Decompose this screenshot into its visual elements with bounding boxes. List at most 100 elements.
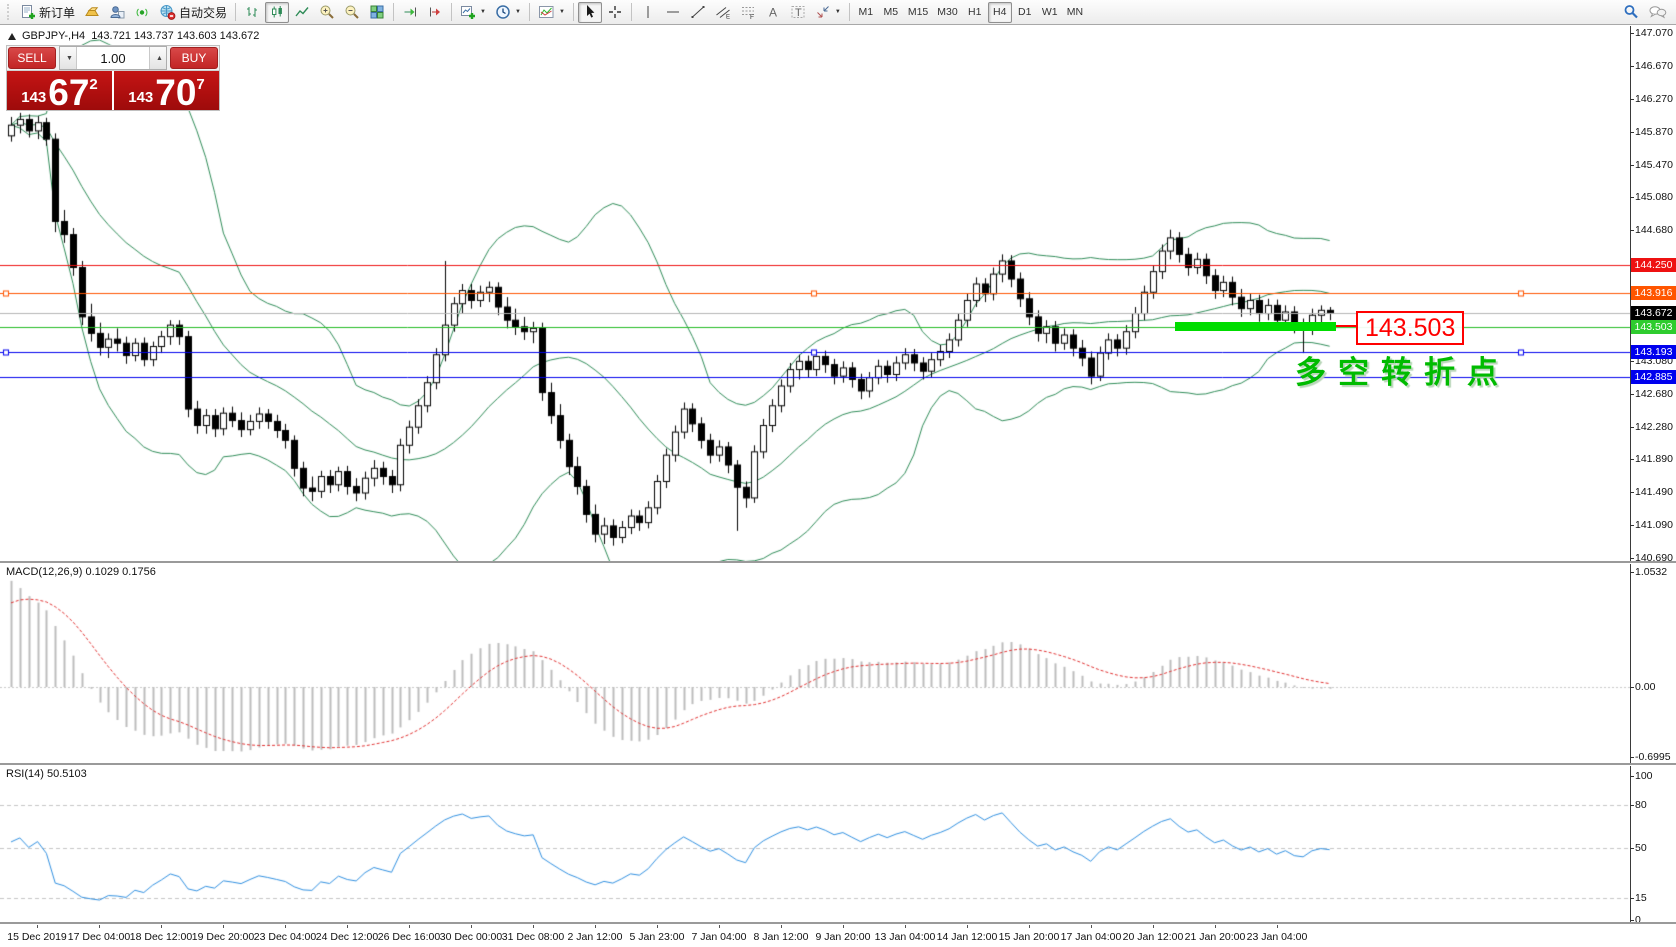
buy-button[interactable]: BUY <box>170 47 218 69</box>
crosshair-icon <box>607 4 623 20</box>
indicators-button[interactable]: ▼ <box>534 2 569 23</box>
fibonacci-icon: F <box>740 4 756 20</box>
volume-decrease-button[interactable]: ▼ <box>60 47 77 69</box>
toolbar-separator <box>451 3 452 21</box>
vertical-line-button[interactable] <box>636 2 660 23</box>
price-tick-label: 141.890 <box>1635 453 1673 465</box>
new-order-button[interactable]: 新订单 <box>16 2 79 23</box>
arrows-button[interactable]: ▼ <box>811 2 845 23</box>
macd-tick-label: 0.00 <box>1635 681 1655 693</box>
chat-button[interactable] <box>1644 2 1672 23</box>
price-tick-mark <box>1630 197 1634 198</box>
indicators-icon <box>538 4 555 20</box>
sell-pips: 67 <box>48 78 89 108</box>
sell-button[interactable]: SELL <box>8 47 56 69</box>
price-tick-label: 142.680 <box>1635 388 1673 400</box>
new-order-label: 新订单 <box>39 4 75 21</box>
price-tick-label: 145.870 <box>1635 126 1673 138</box>
timeframe-m5-button[interactable]: M5 <box>879 2 903 23</box>
toolbar-grip <box>7 4 12 20</box>
sell-price-panel[interactable]: 143 67 2 <box>7 71 112 110</box>
chat-icon <box>1648 4 1668 20</box>
macd-pane-canvas[interactable] <box>0 563 1630 763</box>
price-tick-mark <box>1630 230 1634 231</box>
new-order-icon <box>20 4 36 20</box>
svg-text:A: A <box>769 6 777 20</box>
toolbar-separator <box>393 3 394 21</box>
timeframe-m1-button[interactable]: M1 <box>854 2 878 23</box>
auto-scroll-button[interactable] <box>398 2 422 23</box>
text-label-icon: T <box>790 4 806 20</box>
timeframe-m15-button[interactable]: M15 <box>904 2 932 23</box>
rsi-tick-mark <box>1630 898 1634 899</box>
fibonacci-button[interactable]: F <box>736 2 760 23</box>
zoom-out-button[interactable] <box>340 2 364 23</box>
text-label-button[interactable]: T <box>786 2 810 23</box>
rsi-pane-canvas[interactable] <box>0 765 1630 923</box>
timeframe-mn-button[interactable]: MN <box>1063 2 1087 23</box>
toolbar-separator <box>849 3 850 21</box>
buy-price-panel[interactable]: 143 70 7 <box>114 71 219 110</box>
price-tick-mark <box>1630 132 1634 133</box>
new-chart-button[interactable]: ▼ <box>456 2 490 23</box>
chevron-down-icon: ▼ <box>480 9 486 15</box>
callout-connector-line <box>1336 325 1356 327</box>
timeframe-d1-button[interactable]: D1 <box>1013 2 1037 23</box>
price-tick-mark <box>1630 427 1634 428</box>
volume-input[interactable] <box>77 50 149 67</box>
svg-text:F: F <box>750 14 754 20</box>
price-chart-canvas[interactable] <box>0 26 1630 563</box>
macd-tick-mark <box>1630 687 1634 688</box>
text-button[interactable]: A <box>761 2 785 23</box>
price-tick-label: 141.490 <box>1635 486 1673 498</box>
signals-button[interactable] <box>130 2 154 23</box>
auto-trading-button[interactable]: 自动交易 <box>155 2 231 23</box>
zoom-in-button[interactable] <box>315 2 339 23</box>
bar-chart-icon <box>244 4 260 20</box>
price-tick-mark <box>1630 361 1634 362</box>
timeframe-w1-button[interactable]: W1 <box>1038 2 1062 23</box>
price-tick-label: 146.670 <box>1635 60 1673 72</box>
timeframe-m30-button[interactable]: M30 <box>933 2 961 23</box>
bar-chart-button[interactable] <box>240 2 264 23</box>
price-tick-mark <box>1630 165 1634 166</box>
rsi-tick-label: 50 <box>1635 842 1647 854</box>
macd-tick-mark <box>1630 572 1634 573</box>
pivot-note-text[interactable]: 多空转折点 <box>1295 347 1510 392</box>
timeframe-h4-button[interactable]: H4 <box>988 2 1012 23</box>
search-icon <box>1623 4 1640 20</box>
timeframe-h1-button[interactable]: H1 <box>963 2 987 23</box>
pane-separator[interactable] <box>0 561 1676 564</box>
macd-tick-label: -0.6995 <box>1635 751 1671 763</box>
volume-stepper: ▼ ▲ <box>59 46 167 70</box>
ohlc-values: 143.721 143.737 143.603 143.672 <box>91 30 259 42</box>
crosshair-button[interactable] <box>603 2 627 23</box>
trendline-button[interactable] <box>686 2 710 23</box>
line-chart-button[interactable] <box>290 2 314 23</box>
volume-increase-button[interactable]: ▲ <box>149 47 166 69</box>
market-watch-button[interactable] <box>80 2 104 23</box>
chart-shift-button[interactable] <box>423 2 447 23</box>
rsi-tick-label: 15 <box>1635 892 1647 904</box>
price-tick-label: 146.270 <box>1635 93 1673 105</box>
price-callout-box[interactable]: 143.503 <box>1356 311 1464 345</box>
clock-icon <box>495 4 511 20</box>
time-axis-label: 23 Jan 04:00 <box>1247 931 1308 943</box>
support-highlight-bar[interactable] <box>1175 322 1336 331</box>
equidistant-channel-button[interactable]: E <box>711 2 735 23</box>
candlestick-chart-button[interactable] <box>265 2 289 23</box>
price-axis-line <box>1630 26 1631 923</box>
line-chart-icon <box>294 4 310 20</box>
profile-button[interactable] <box>105 2 129 23</box>
periods-button[interactable]: ▼ <box>491 2 525 23</box>
collapse-icon[interactable] <box>8 33 16 40</box>
cursor-button[interactable] <box>578 2 602 23</box>
search-button[interactable] <box>1619 2 1644 23</box>
pane-separator[interactable] <box>0 763 1676 766</box>
zoom-out-icon <box>344 4 360 20</box>
symbol-period-label: GBPJPY-,H4 <box>22 30 85 42</box>
buy-big-figure: 143 <box>128 90 153 105</box>
horizontal-line-button[interactable] <box>661 2 685 23</box>
price-tick-mark <box>1630 492 1634 493</box>
tile-windows-button[interactable] <box>365 2 389 23</box>
